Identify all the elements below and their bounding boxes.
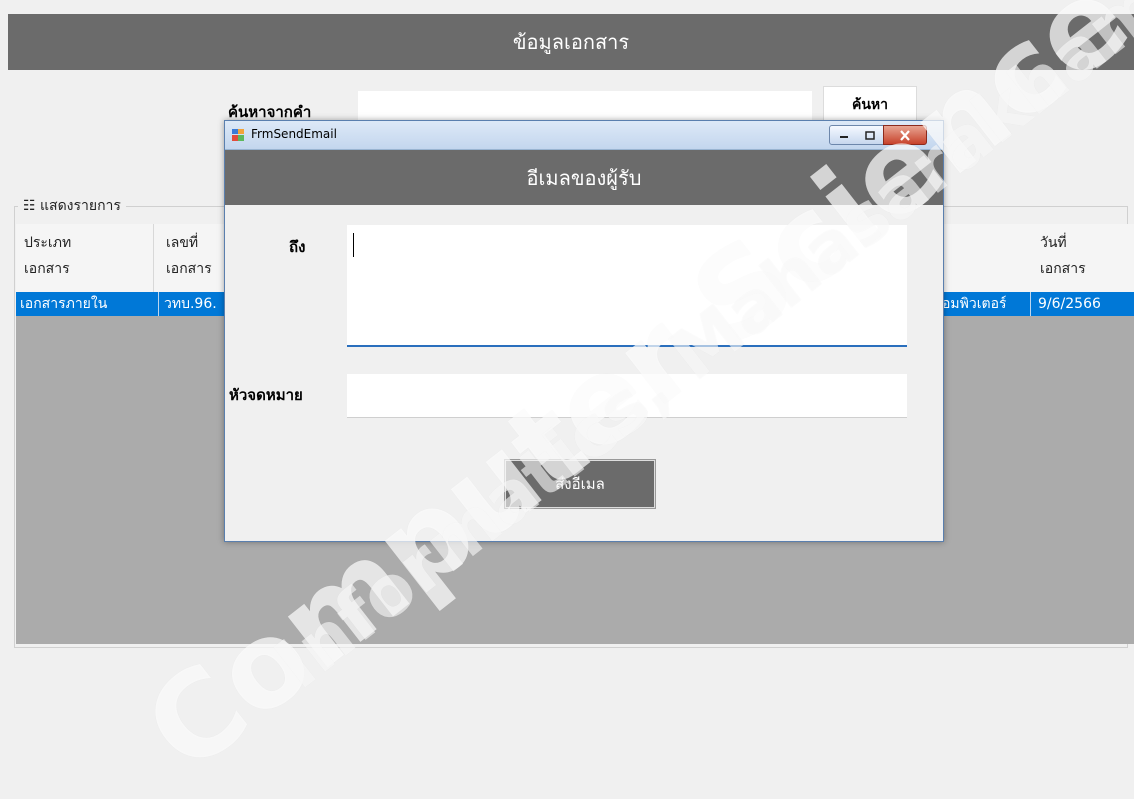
search-input[interactable] [358, 91, 812, 123]
send-email-dialog: FrmSendEmail อีเมลของผู้รับ ถึง หัวจดหมา… [224, 120, 944, 542]
column-header-number[interactable]: เลขที่ เอกสาร [166, 224, 226, 292]
main-title: ข้อมูลเอกสาร [512, 30, 630, 54]
maximize-icon [865, 130, 875, 140]
minimize-icon [840, 136, 848, 138]
cell-number[interactable]: วทบ.96. [164, 292, 226, 316]
minimize-button[interactable] [829, 125, 859, 145]
list-group-label: ☷ แสดงรายการ [18, 195, 126, 217]
search-button[interactable]: ค้นหา [823, 86, 917, 124]
close-button[interactable] [883, 125, 927, 145]
text-caret [353, 233, 354, 257]
column-header-type[interactable]: ประเภท เอกสาร [24, 224, 154, 292]
main-header: ข้อมูลเอกสาร [8, 14, 1134, 70]
close-icon [900, 129, 910, 141]
dialog-heading: อีเมลของผู้รับ [526, 165, 642, 190]
dialog-titlebar[interactable]: FrmSendEmail [225, 121, 943, 150]
app-icon [232, 129, 244, 141]
to-label: ถึง [289, 238, 306, 256]
cell-department[interactable]: อมพิวเตอร์ [942, 292, 1031, 316]
column-header-date[interactable]: วันที่ เอกสาร [1040, 224, 1134, 292]
subject-input[interactable] [347, 374, 907, 418]
subject-label: หัวจดหมาย [229, 386, 303, 404]
window-title: FrmSendEmail [251, 127, 337, 141]
to-email-input[interactable] [347, 225, 907, 347]
cell-type[interactable]: เอกสารภายใน [20, 292, 159, 316]
cell-date[interactable]: 9/6/2566 [1036, 292, 1134, 316]
send-email-button[interactable]: ส่งอีเมล [505, 460, 655, 508]
dialog-banner: อีเมลของผู้รับ [225, 150, 943, 205]
maximize-button[interactable] [857, 125, 884, 145]
